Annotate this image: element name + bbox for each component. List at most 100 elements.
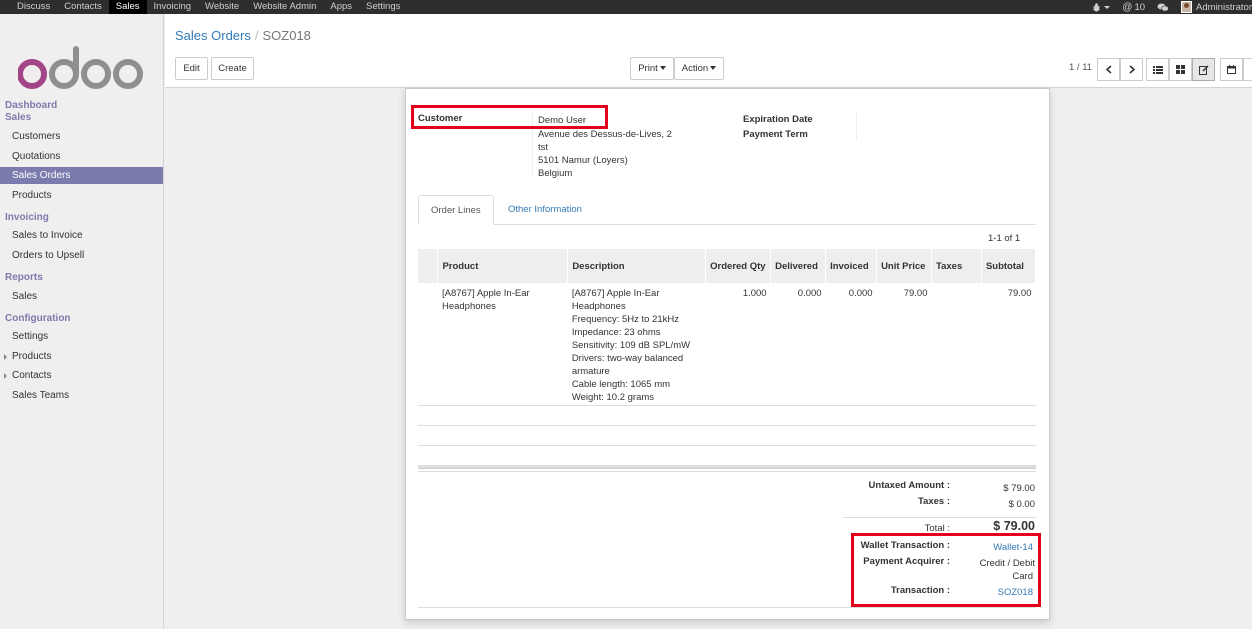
table-row-divider [418,425,1036,426]
sidebar-item-label: Products [12,351,52,362]
debug-menu[interactable] [1092,2,1111,12]
column-header-taxes[interactable]: Taxes [931,249,982,283]
column-header-invoiced[interactable]: Invoiced [825,249,878,283]
payment-term-label: Payment Term [743,129,808,140]
chevron-down-icon [710,66,717,71]
pager-next-button[interactable] [1120,58,1143,81]
record-count: 1-1 of 1 [988,233,1021,244]
calendar-view-button[interactable] [1220,58,1243,81]
sidebar-item-reports-sales[interactable]: Sales [0,288,163,305]
column-header-subtotal[interactable]: Subtotal [981,249,1037,283]
highlight-customer [411,105,608,129]
sidebar-item-customers[interactable]: Customers [0,128,163,145]
sidebar-section-sales: Sales [5,112,32,123]
description-line: Sensitivity: 109 dB SPL/mW [571,340,691,351]
customer-address: Avenue des Dessus-de-Lives, 2 tst 5101 N… [538,128,672,180]
list-view-button[interactable] [1146,58,1169,81]
address-line: Avenue des Dessus-de-Lives, 2 [538,129,672,140]
column-header-product[interactable]: Product [437,249,569,283]
description-line: Weight: 10.2 grams [571,392,655,403]
chevron-right-icon [4,373,7,379]
mentions-counter[interactable]: @ 10 [1122,2,1145,13]
sheet-bottom-divider [418,607,1036,608]
description-line: [A8767] Apple In-Ear Headphones [571,288,660,312]
chevron-down-icon [1104,5,1111,9]
calendar-icon [1227,65,1236,74]
menu-invoicing[interactable]: Invoicing [147,0,199,14]
description-line: Cable length: 1065 mm [571,379,671,390]
pager-previous-button[interactable] [1097,58,1120,81]
cell-product[interactable]: [A8767] Apple In-Ear Headphones [438,283,568,408]
cell-unit-price[interactable]: 79.00 [877,283,932,408]
handle-column-header [418,249,439,283]
breadcrumb-sales-orders[interactable]: Sales Orders [175,28,251,43]
breadcrumb-current: SOZ018 [262,28,311,43]
highlight-payment-info [851,533,1041,607]
menu-website-admin[interactable]: Website Admin [246,0,323,14]
sidebar-item-products[interactable]: Products [0,187,163,204]
kanban-view-button[interactable] [1169,58,1192,81]
menu-settings[interactable]: Settings [359,0,407,14]
table-header-row: Product Description Ordered Qty Delivere… [418,249,1037,283]
app-menu: Discuss Contacts Sales Invoicing Website… [10,0,407,14]
pager-value[interactable]: 1 / 11 [1069,62,1092,73]
menu-sales[interactable]: Sales [108,0,147,14]
odoo-logo[interactable] [18,42,144,92]
sidebar-item-config-contacts[interactable]: Contacts [0,367,163,384]
print-dropdown[interactable]: Print [630,57,674,80]
sidebar-item-sales-teams[interactable]: Sales Teams [0,387,163,404]
user-menu[interactable]: Administrator [1181,1,1252,13]
top-navbar: Discuss Contacts Sales Invoicing Website… [0,0,1252,14]
cell-delivered[interactable]: 0.000 [771,283,826,408]
more-views-button[interactable] [1243,58,1252,81]
chat-menu[interactable] [1157,3,1169,12]
column-header-description[interactable]: Description [567,249,707,283]
sidebar-item-config-products[interactable]: Products [0,348,163,365]
untaxed-amount-label: Untaxed Amount : [868,480,950,491]
menu-discuss[interactable]: Discuss [10,0,57,14]
chevron-down-icon [659,66,666,71]
sidebar-item-orders-to-upsell[interactable]: Orders to Upsell [0,247,163,264]
column-header-ordered-qty[interactable]: Ordered Qty [705,249,772,283]
mentions-count: 10 [1134,1,1146,13]
notebook-tabs: Order Lines Other Information [418,195,1036,225]
sidebar-dashboard[interactable]: Dashboard [5,100,57,111]
list-icon [1152,65,1163,74]
tab-order-lines[interactable]: Order Lines [418,195,494,225]
sidebar-section-invoicing: Invoicing [5,212,49,223]
menu-apps[interactable]: Apps [323,0,359,14]
cell-taxes[interactable] [932,283,982,408]
chevron-right-icon [4,354,7,360]
expiration-date-label: Expiration Date [743,114,813,125]
address-line: 5101 Namur (Loyers) [538,155,628,166]
cell-subtotal[interactable]: 79.00 [981,283,1035,408]
cell-invoiced[interactable]: 0.000 [826,283,877,408]
action-dropdown[interactable]: Action [674,57,724,80]
column-header-unit-price[interactable]: Unit Price [876,249,932,283]
breadcrumb: Sales Orders / SOZ018 [175,28,311,43]
sidebar-item-sales-orders[interactable]: Sales Orders [0,167,163,184]
control-panel: Sales Orders / SOZ018 Edit Create Print Ac… [165,14,1252,88]
description-line: Impedance: 23 ohms [571,327,661,338]
cell-ordered-qty[interactable]: 1.000 [706,283,771,408]
chevron-right-icon [1128,65,1135,74]
form-view-button[interactable] [1192,58,1215,81]
column-header-delivered[interactable]: Delivered [770,249,827,283]
menu-website[interactable]: Website [198,0,246,14]
create-button[interactable]: Create [211,57,254,80]
cell-description[interactable]: [A8767] Apple In-Ear Headphones Frequenc… [568,283,706,408]
chat-bubbles-icon [1157,3,1169,11]
avatar [1181,1,1193,13]
order-lines-table: Product Description Ordered Qty Delivere… [418,249,1037,408]
table-footer [418,465,1036,469]
tab-other-information[interactable]: Other Information [496,195,594,225]
bug-icon [1093,2,1101,12]
menu-contacts[interactable]: Contacts [57,0,109,14]
table-row[interactable]: [A8767] Apple In-Ear Headphones [A8767] … [418,283,1036,408]
sidebar-item-settings[interactable]: Settings [0,328,163,345]
edit-button[interactable]: Edit [175,57,208,80]
chevron-left-icon [1105,65,1112,74]
description-line: Drivers: two-way balanced armature [571,353,684,377]
sidebar-item-sales-to-invoice[interactable]: Sales to Invoice [0,227,163,244]
sidebar-item-quotations[interactable]: Quotations [0,148,163,165]
